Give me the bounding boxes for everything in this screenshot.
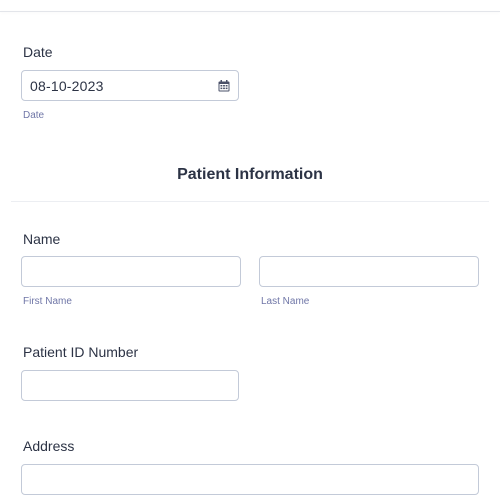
first-name-input[interactable] — [21, 256, 241, 287]
date-value: 08-10-2023 — [30, 78, 104, 94]
date-sublabel: Date — [23, 110, 45, 121]
address-street-input[interactable] — [21, 464, 479, 495]
last-name-input[interactable] — [259, 256, 479, 287]
address-label: Address — [23, 438, 75, 454]
name-label: Name — [23, 231, 61, 247]
date-label: Date — [23, 44, 53, 60]
top-divider — [0, 11, 500, 12]
patient-id-input[interactable] — [21, 370, 239, 401]
last-name-sublabel: Last Name — [261, 296, 310, 307]
first-name-sublabel: First Name — [23, 296, 72, 307]
section-divider — [11, 201, 489, 202]
patient-id-label: Patient ID Number — [23, 344, 139, 360]
date-input[interactable]: 08-10-2023 — [21, 70, 239, 101]
calendar-icon[interactable] — [218, 80, 230, 92]
section-title: Patient Information — [177, 166, 323, 183]
